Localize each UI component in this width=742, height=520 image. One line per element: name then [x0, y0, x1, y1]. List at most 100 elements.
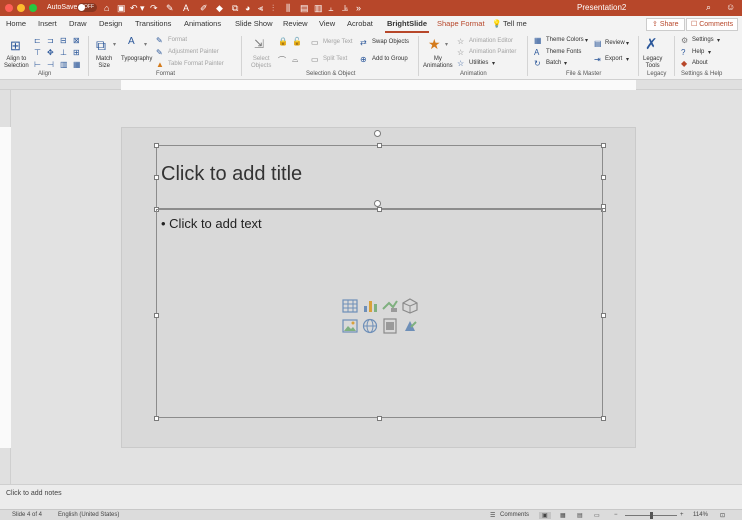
- gear-icon[interactable]: ⚙: [681, 36, 688, 45]
- undo-dropdown-icon[interactable]: ▾: [140, 2, 145, 14]
- review-icon[interactable]: ▤: [594, 39, 602, 48]
- align-to-selection-button[interactable]: Align to Selection: [4, 56, 29, 70]
- table-format-painter-icon[interactable]: ▲: [156, 60, 164, 69]
- tab-home[interactable]: Home: [6, 19, 26, 28]
- adjustment-painter-icon[interactable]: ✎: [156, 48, 163, 57]
- content-placeholder-text[interactable]: • Click to add text: [161, 216, 262, 231]
- align-middle-icon[interactable]: ✥: [47, 48, 54, 57]
- match-size-icon[interactable]: ⧉: [96, 37, 106, 54]
- utilities-icon[interactable]: ☆: [457, 59, 464, 68]
- slide-show-icon[interactable]: ▭: [594, 512, 600, 519]
- merge-text-icon[interactable]: ▭: [311, 38, 319, 47]
- close-window-button[interactable]: [5, 4, 13, 12]
- arc-icon[interactable]: ⌓: [292, 55, 298, 65]
- resize-handle[interactable]: [154, 175, 159, 180]
- format-painter-icon[interactable]: ✎: [156, 36, 163, 45]
- batch-dropdown-icon[interactable]: ▾: [564, 60, 567, 67]
- tab-design[interactable]: Design: [99, 19, 122, 28]
- legacy-tools-button[interactable]: Legacy Tools: [643, 56, 662, 70]
- my-animations-dropdown-icon[interactable]: ▾: [445, 41, 448, 48]
- resize-handle[interactable]: [377, 143, 382, 148]
- more-commands-icon[interactable]: »: [356, 2, 361, 14]
- tell-me-box[interactable]: Tell me: [503, 19, 527, 28]
- my-animations-icon[interactable]: ★: [428, 36, 441, 53]
- distribute-horizontal-icon[interactable]: ⊠: [73, 36, 80, 45]
- legacy-tools-icon[interactable]: ✗: [645, 35, 658, 53]
- align-to-selection-icon[interactable]: ⊞: [10, 38, 21, 54]
- align-center-icon[interactable]: ⫶: [272, 2, 274, 14]
- lock-icon[interactable]: 🔒: [278, 37, 288, 46]
- share-button[interactable]: ⇪ Share: [646, 18, 685, 31]
- tab-view[interactable]: View: [319, 19, 335, 28]
- slide-canvas[interactable]: Click to add title • Click to add text: [11, 90, 742, 484]
- theme-fonts-button[interactable]: Theme Fonts: [546, 49, 581, 55]
- insert-video-icon[interactable]: [382, 318, 398, 334]
- review-button[interactable]: Review: [605, 40, 625, 46]
- curve-icon[interactable]: ⌒: [278, 55, 286, 66]
- theme-colors-dropdown-icon[interactable]: ▾: [585, 37, 588, 44]
- comments-button[interactable]: ☐ Comments: [686, 18, 738, 31]
- format-button[interactable]: Format: [168, 37, 187, 43]
- insert-3d-model-icon[interactable]: [402, 298, 418, 314]
- merge-text-button[interactable]: Merge Text: [323, 39, 353, 45]
- settings-dropdown-icon[interactable]: ▾: [717, 37, 720, 44]
- comments-status-icon[interactable]: ☰: [490, 512, 495, 519]
- insert-icons-icon[interactable]: [402, 318, 418, 334]
- normal-view-icon[interactable]: ▣: [539, 512, 551, 519]
- typography-button[interactable]: Typography: [121, 56, 152, 63]
- typography-icon[interactable]: A: [128, 36, 135, 47]
- tab-acrobat[interactable]: Acrobat: [347, 19, 373, 28]
- redo-icon[interactable]: ↷: [150, 2, 158, 14]
- batch-button[interactable]: Batch: [546, 60, 561, 66]
- animation-editor-icon[interactable]: ☆: [457, 37, 464, 46]
- ungroup-icon[interactable]: ▥: [314, 2, 323, 14]
- slide[interactable]: Click to add title • Click to add text: [121, 127, 636, 448]
- autosave-toggle[interactable]: OFF: [77, 3, 97, 12]
- theme-colors-icon[interactable]: ▦: [534, 36, 542, 45]
- notes-placeholder[interactable]: Click to add notes: [6, 490, 62, 497]
- theme-fonts-icon[interactable]: A: [534, 48, 539, 57]
- font-color-icon[interactable]: A: [183, 2, 189, 14]
- resize-handle[interactable]: [154, 143, 159, 148]
- shapes-icon[interactable]: ◆: [216, 2, 223, 14]
- group-objects-icon[interactable]: ▤: [300, 2, 309, 14]
- theme-colors-button[interactable]: Theme Colors: [546, 37, 584, 43]
- tab-shape-format[interactable]: Shape Format: [437, 19, 485, 28]
- notes-pane[interactable]: Click to add notes: [0, 484, 742, 509]
- tab-brightslide[interactable]: BrightSlide: [384, 19, 430, 33]
- align-left-icon[interactable]: ⫷: [258, 2, 263, 14]
- resize-handle[interactable]: [601, 204, 606, 209]
- resize-handle[interactable]: [601, 175, 606, 180]
- batch-icon[interactable]: ↻: [534, 59, 541, 68]
- distribute-vertical-icon[interactable]: ⊞: [73, 48, 80, 57]
- help-icon[interactable]: ?: [681, 48, 685, 57]
- zoom-slider-handle[interactable]: [650, 512, 653, 519]
- utilities-dropdown-icon[interactable]: ▾: [492, 60, 495, 67]
- stretch-icon[interactable]: ⊢: [34, 60, 41, 69]
- review-dropdown-icon[interactable]: ▾: [626, 40, 629, 47]
- highlighter-icon[interactable]: ✐: [200, 2, 208, 14]
- unlock-icon[interactable]: 🔓: [292, 37, 302, 46]
- animation-painter-button[interactable]: Animation Painter: [469, 49, 516, 55]
- resize-handle[interactable]: [601, 313, 606, 318]
- match-size-dropdown-icon[interactable]: ▾: [113, 41, 116, 48]
- swap-objects-icon[interactable]: ⇄: [360, 38, 367, 47]
- select-objects-button[interactable]: Select Objects: [251, 56, 271, 70]
- resize-handle[interactable]: [377, 416, 382, 421]
- resize-handle[interactable]: [601, 416, 606, 421]
- export-dropdown-icon[interactable]: ▾: [626, 56, 629, 63]
- select-objects-icon[interactable]: ⇲: [254, 37, 264, 51]
- grid-layout-icon[interactable]: ▦: [73, 60, 81, 69]
- account-icon[interactable]: ☺: [726, 2, 735, 12]
- title-placeholder-text[interactable]: Click to add title: [161, 163, 302, 186]
- adjustment-painter-button[interactable]: Adjustment Painter: [168, 49, 219, 55]
- zoom-level[interactable]: 114%: [693, 512, 708, 518]
- resize-handle[interactable]: [154, 313, 159, 318]
- align-bottom-icon[interactable]: ⫡: [342, 2, 348, 14]
- tab-insert[interactable]: Insert: [38, 19, 57, 28]
- search-icon[interactable]: ⌕: [706, 2, 711, 13]
- help-button[interactable]: Help: [692, 49, 704, 55]
- zoom-out-icon[interactable]: −: [614, 512, 618, 518]
- pen-icon[interactable]: ✎: [166, 2, 174, 14]
- align-bottom-icon[interactable]: ⊥: [60, 48, 67, 57]
